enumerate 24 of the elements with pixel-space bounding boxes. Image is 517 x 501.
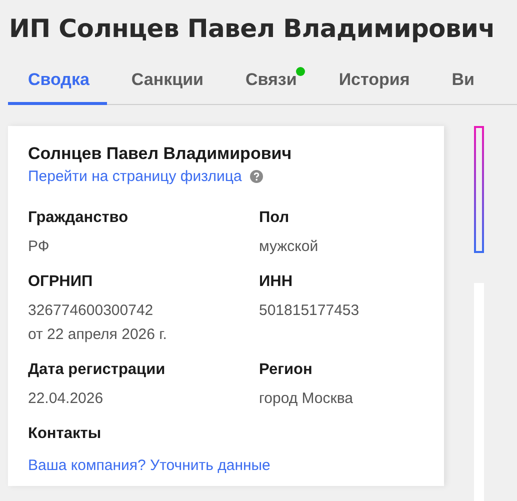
field-value: город Москва — [259, 389, 354, 409]
tab[interactable]: Санкции — [111, 70, 222, 105]
field-value: 22.04.2026 — [28, 389, 104, 409]
tab[interactable]: Ви — [432, 70, 492, 105]
profile-link[interactable]: Перейти на страницу физлица — [28, 168, 242, 185]
page-title: ИП Солнцев Павел Владимирович — [8, 13, 496, 45]
field-value: от 22 апреля 2026 г. — [28, 325, 168, 345]
field-label: ИНН — [259, 273, 294, 292]
field-label: Регион — [259, 361, 314, 380]
field-value: РФ — [28, 237, 50, 257]
field-value: 501815177453 — [259, 301, 360, 321]
field-label: Контакты — [28, 424, 102, 444]
update-data-link[interactable]: Ваша компания? Уточнить данные — [28, 457, 270, 474]
field-label: ОГРНИП — [28, 273, 94, 292]
tab[interactable]: История — [318, 70, 428, 105]
field-label: Гражданство — [28, 209, 130, 228]
field-label: Дата регистрации — [28, 361, 166, 380]
person-name: Солнцев Павел Владимирович — [28, 144, 293, 164]
help-icon[interactable] — [250, 170, 263, 183]
tab[interactable]: Связи — [226, 70, 315, 105]
field-value: мужской — [259, 237, 320, 257]
field-value: 326774600300742 — [28, 301, 154, 321]
field-label: Пол — [259, 209, 290, 228]
tab[interactable]: Сводка — [8, 70, 108, 105]
